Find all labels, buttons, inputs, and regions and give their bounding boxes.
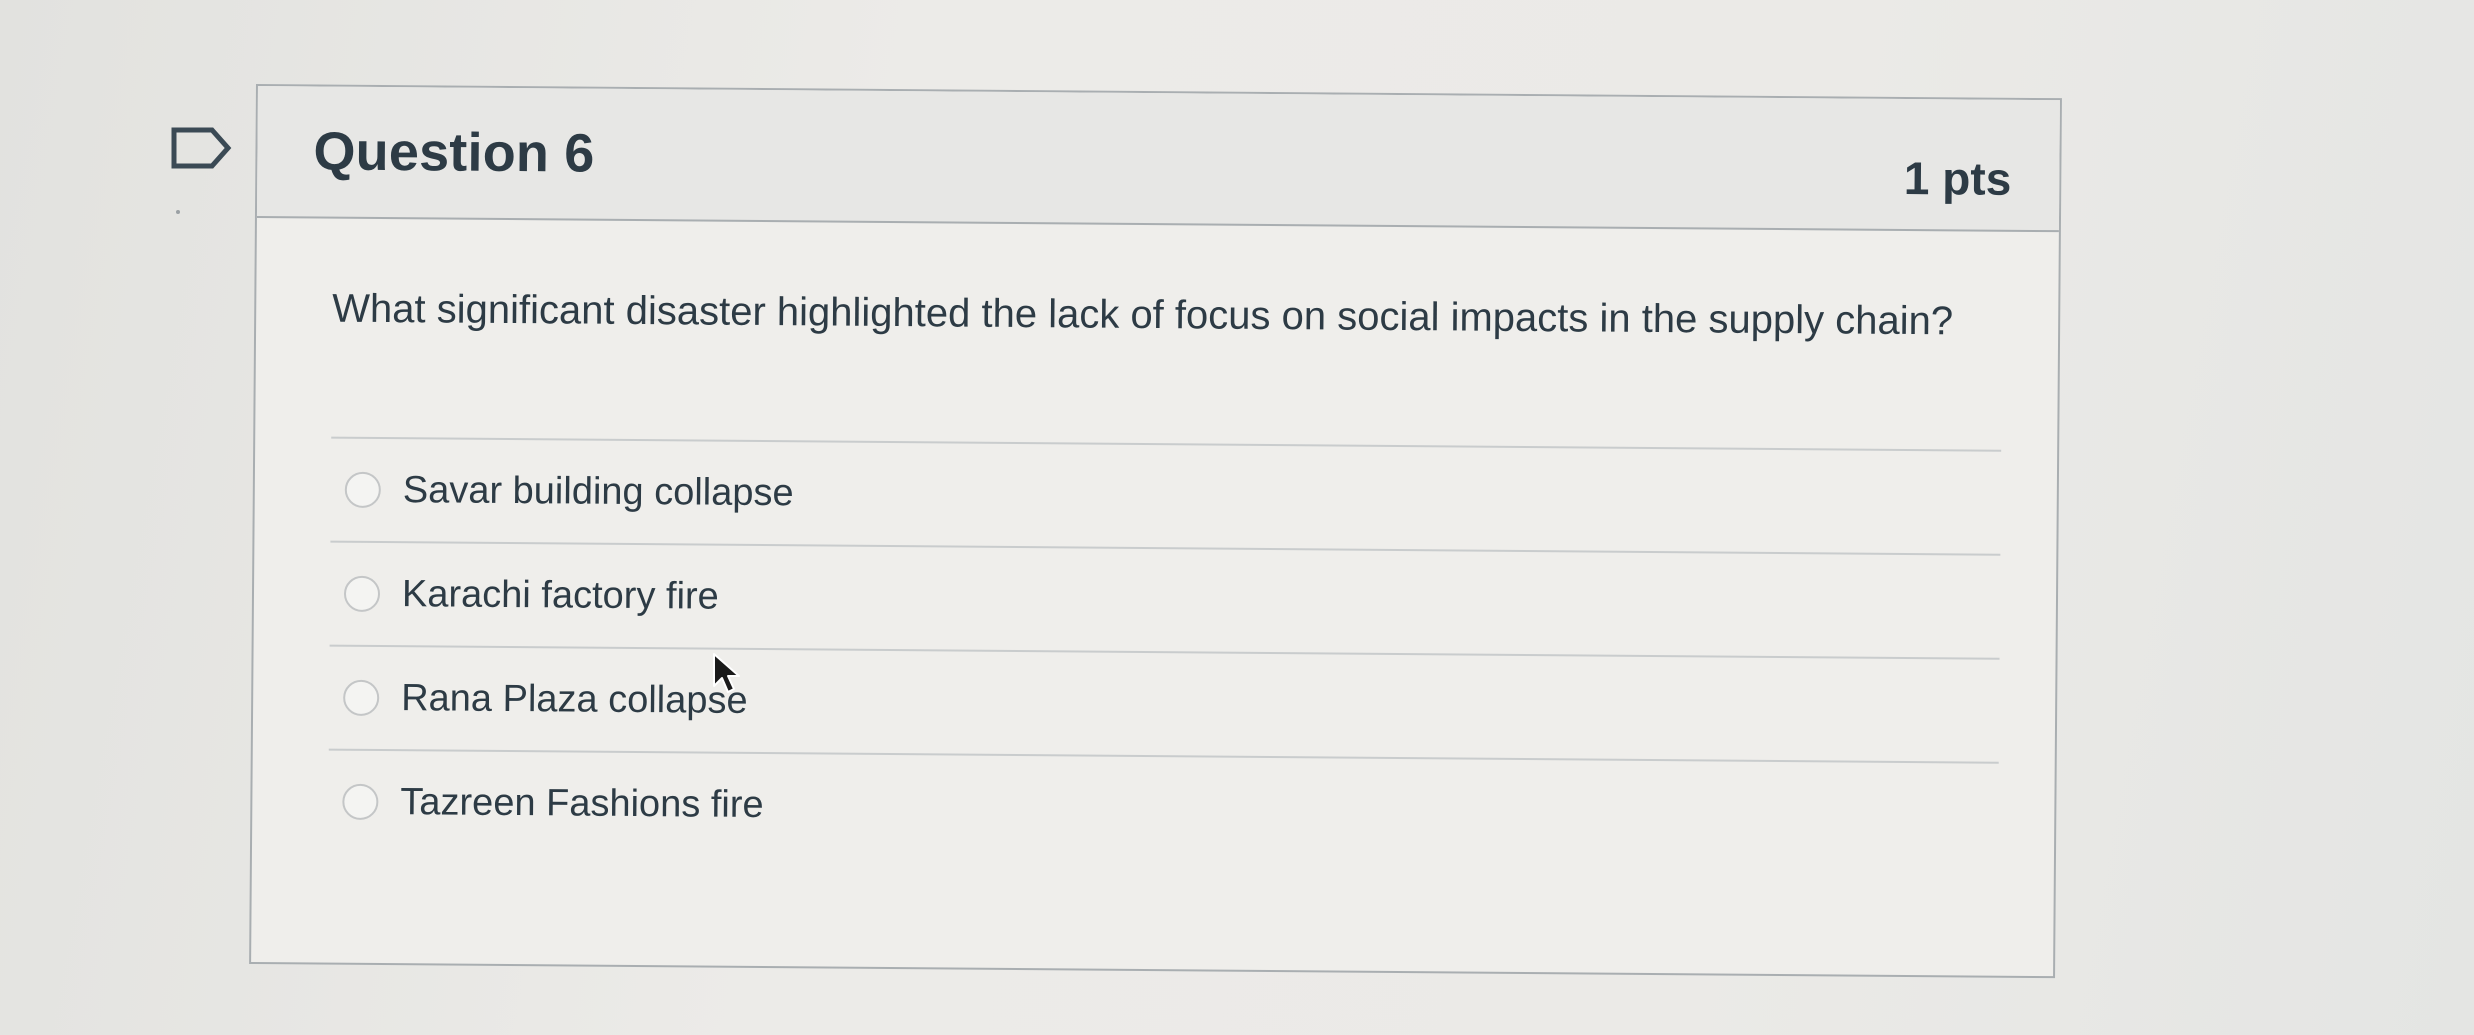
answer-option-1[interactable]: Savar building collapse bbox=[330, 436, 2002, 554]
decorative-dot bbox=[176, 210, 180, 214]
answer-label[interactable]: Savar building collapse bbox=[403, 469, 794, 515]
answer-list: Savar building collapse Karachi factory … bbox=[327, 436, 2002, 866]
answer-label[interactable]: Karachi factory fire bbox=[402, 573, 719, 618]
mouse-pointer-icon bbox=[712, 652, 742, 696]
question-text: What significant disaster highlighted th… bbox=[332, 286, 1954, 344]
answer-label[interactable]: Tazreen Fashions fire bbox=[400, 781, 764, 827]
question-points: 1 pts bbox=[1903, 151, 2012, 205]
radio-button[interactable] bbox=[342, 783, 379, 820]
radio-button[interactable] bbox=[344, 471, 381, 508]
answer-option-2[interactable]: Karachi factory fire bbox=[329, 540, 2001, 658]
radio-button[interactable] bbox=[343, 575, 381, 612]
radio-button[interactable] bbox=[343, 679, 380, 716]
question-title: Question 6 bbox=[313, 121, 595, 184]
flag-question-icon[interactable] bbox=[170, 126, 234, 170]
question-card: Question 6 1 pts What significant disast… bbox=[249, 84, 2062, 979]
answer-label[interactable]: Rana Plaza collapse bbox=[401, 677, 748, 723]
answer-option-4[interactable]: Tazreen Fashions fire bbox=[327, 748, 1999, 866]
question-header: Question 6 1 pts bbox=[256, 86, 2060, 233]
answer-option-3[interactable]: Rana Plaza collapse bbox=[328, 644, 2000, 762]
